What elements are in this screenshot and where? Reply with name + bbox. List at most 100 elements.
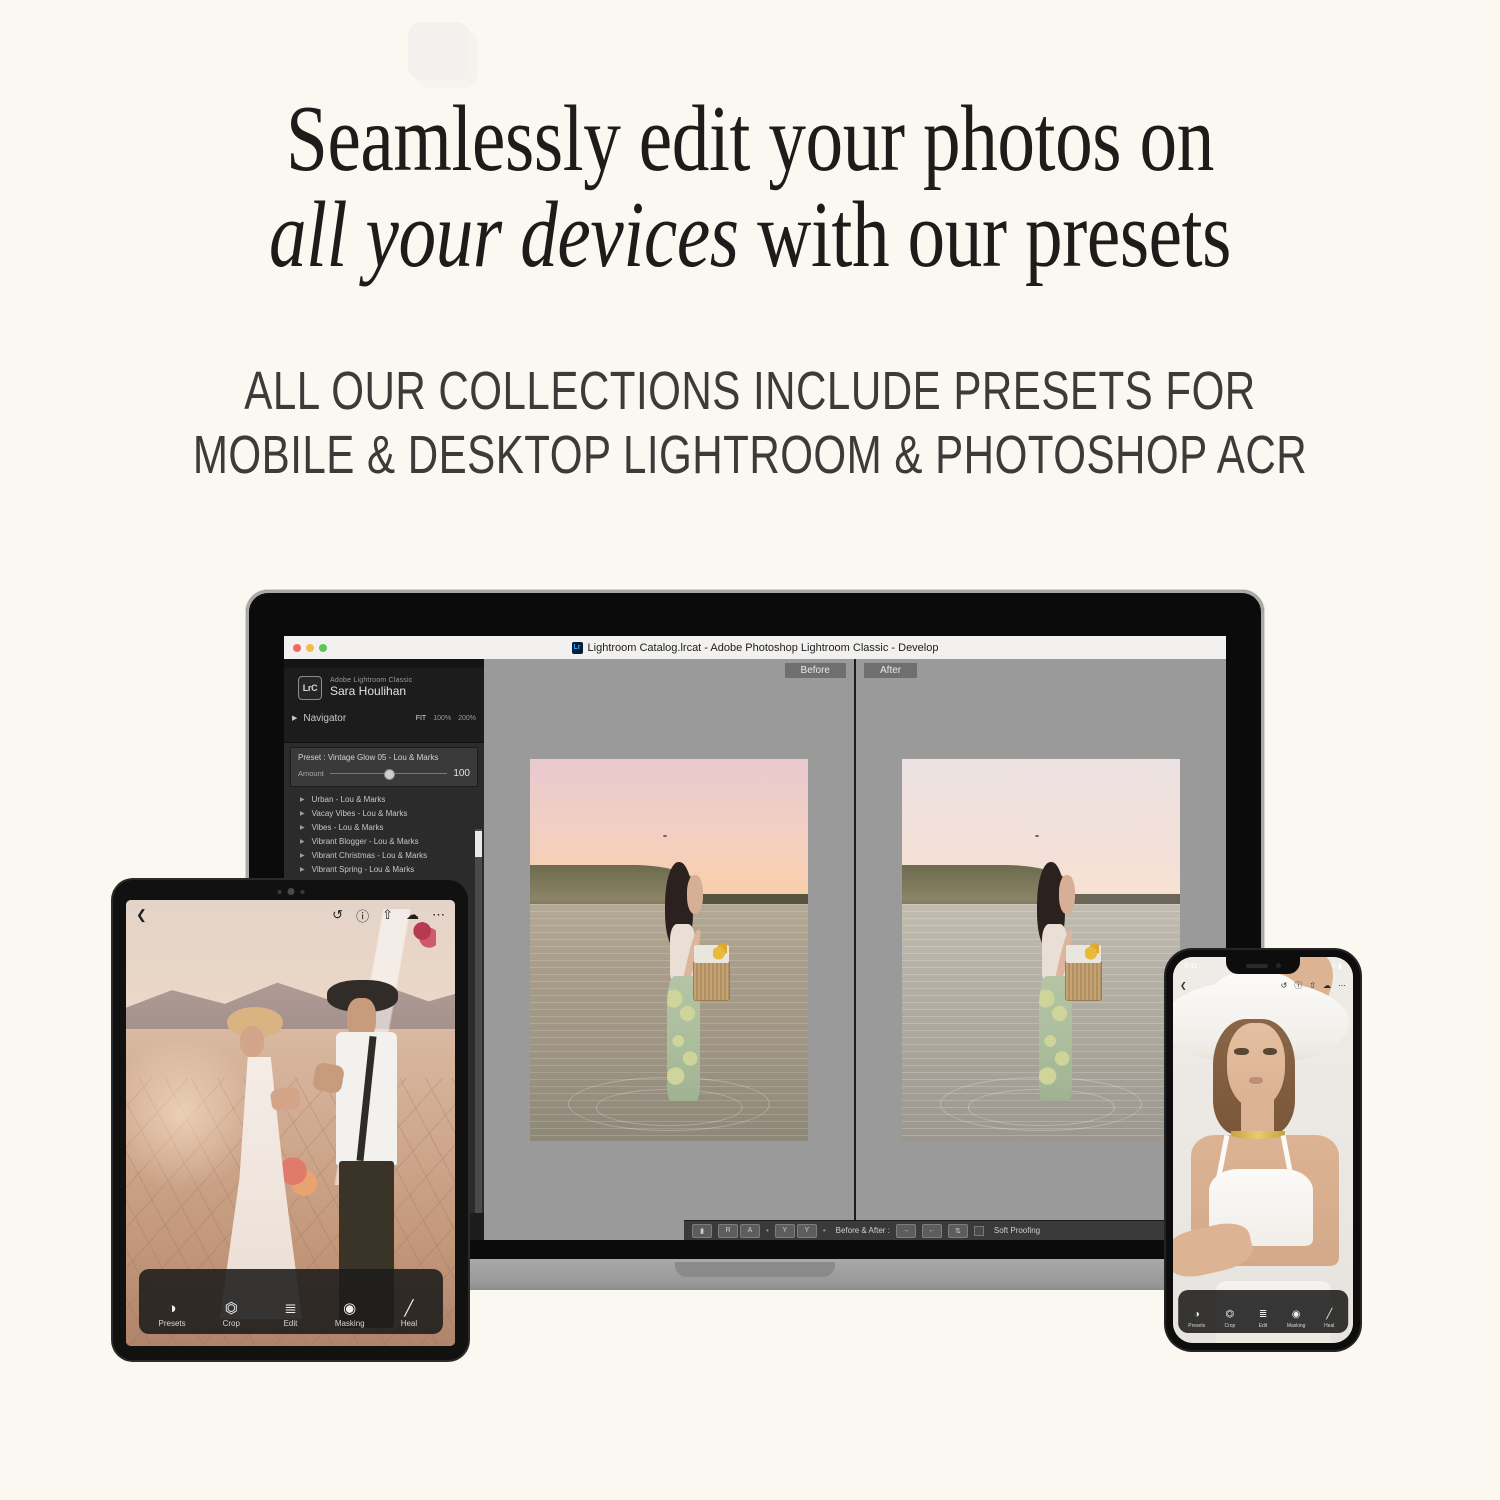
soft-proofing-label: Soft Proofing (993, 1226, 1041, 1235)
tool-label: Presets (158, 1319, 186, 1328)
navigator-disclosure-icon[interactable]: ▶ (292, 714, 297, 722)
more-options-icon[interactable]: ⋯ (1338, 981, 1346, 990)
basket-flowers (712, 939, 727, 963)
swap-before-after-button[interactable]: ⇅ (947, 1223, 968, 1238)
grid-view-icon[interactable]: ▮ (692, 1223, 712, 1238)
preset-group-label: Urban - Lou & Marks (311, 794, 386, 804)
face (1227, 1022, 1285, 1108)
preset-group-row[interactable]: ▶ Vibrant Spring - Lou & Marks (284, 862, 484, 876)
front-camera (1275, 963, 1281, 968)
amount-value[interactable]: 100 (453, 768, 470, 779)
history-undo-icon[interactable]: ↺ (1281, 981, 1288, 990)
before-photo (530, 758, 808, 1141)
tool-heal[interactable]: ╱ Heal (379, 1301, 438, 1328)
headline-line-2: all your devices with our presets (150, 187, 1350, 284)
tool-heal[interactable]: ╱ Heal (1313, 1310, 1346, 1330)
window-title-text: Lightroom Catalog.lrcat - Adobe Photosho… (587, 641, 939, 654)
page-title: Seamlessly edit your photos on all your … (150, 91, 1350, 284)
expand-icon[interactable]: ▶ (300, 796, 305, 803)
toolbar-divider: • (822, 1226, 826, 1235)
face (1058, 874, 1076, 914)
window-controls[interactable] (293, 643, 327, 652)
share-export-icon[interactable]: ⇧ (1309, 981, 1316, 990)
tool-label: Masking (334, 1319, 365, 1328)
laptop-notch (675, 1262, 835, 1277)
maximize-button[interactable] (319, 643, 327, 652)
share-export-icon[interactable]: ⇧ (382, 907, 393, 923)
tool-presets[interactable]: ◑ Presets (142, 1301, 201, 1328)
amount-slider[interactable] (329, 769, 448, 780)
navigator-preview (284, 728, 484, 743)
cloud-synced-icon[interactable]: ☁ (406, 907, 419, 923)
preset-group-row[interactable]: ▶ Vibrant Blogger - Lou & Marks (284, 834, 484, 848)
sunset-lake-photo-before (530, 758, 808, 1141)
copy-before-to-after-button[interactable]: ← (921, 1223, 942, 1238)
help-icon[interactable]: ⓘ (356, 906, 369, 925)
tool-masking[interactable]: ◉ Masking (1280, 1309, 1313, 1330)
soft-proofing-checkbox[interactable] (973, 1225, 984, 1236)
minimize-button[interactable] (306, 643, 314, 652)
status-time: 9:41 (1184, 962, 1198, 970)
compare-mode-group[interactable]: R A (718, 1223, 760, 1238)
scrollbar-thumb[interactable] (475, 831, 482, 857)
tool-crop[interactable]: ⏣ Crop (202, 1301, 261, 1328)
masking-icon: ◉ (343, 1300, 357, 1317)
preset-group-row[interactable]: ▶ Vacay Vibes - Lou & Marks (284, 806, 484, 820)
zoom-200[interactable]: 200% (458, 715, 476, 722)
more-options-icon[interactable]: ⋯ (432, 907, 445, 923)
preset-list-scrollbar[interactable] (475, 829, 482, 1213)
tool-edit[interactable]: ≣ Edit (261, 1301, 320, 1328)
page-subtitle: ALL OUR COLLECTIONS INCLUDE PRESETS FOR … (165, 360, 1335, 487)
tool-presets[interactable]: ◑ Presets (1180, 1309, 1213, 1330)
bride-head (240, 1025, 265, 1057)
cloud-synced-icon[interactable]: ☁ (1323, 981, 1331, 990)
history-undo-icon[interactable]: ↺ (332, 907, 343, 923)
presets-icon: ◑ (1193, 1309, 1200, 1320)
back-chevron-icon[interactable]: ❮ (1180, 981, 1187, 990)
phone-edit-toolbar: ◑ Presets ⏣ Crop ≣ Edit ◉ Masking ╱ Heal (1178, 1290, 1348, 1333)
lightroom-classic-logo: LrC (298, 676, 322, 700)
tool-masking[interactable]: ◉ Masking (320, 1301, 379, 1328)
help-icon[interactable]: ⓘ (1294, 980, 1302, 991)
basket-flowers (1084, 939, 1099, 963)
before-after-icon-alt[interactable]: Y (796, 1223, 817, 1238)
zoom-fit[interactable]: FIT (416, 715, 427, 722)
phone-screen: 9:41 ▿ ▮ ❮ ↺ ⓘ ⇧ ☁ ⋯ ◑ Presets ⏣ Crop ≣ Edi… (1173, 957, 1353, 1343)
woman-figure (1019, 861, 1103, 1122)
expand-icon[interactable]: ▶ (300, 838, 305, 845)
phone-device-mockup: 9:41 ▿ ▮ ❮ ↺ ⓘ ⇧ ☁ ⋯ ◑ Presets ⏣ Crop ≣ Edi… (1166, 950, 1360, 1350)
zoom-100[interactable]: 100% (433, 715, 451, 722)
copy-after-to-before-button[interactable]: → (895, 1223, 916, 1238)
preset-group-row[interactable]: ▶ Vibrant Christmas - Lou & Marks (284, 848, 484, 862)
preset-group-row[interactable]: ▶ Urban - Lou & Marks (284, 792, 484, 806)
back-chevron-icon[interactable]: ❮ (136, 907, 147, 923)
loupe-compare-icon-alt[interactable]: A (740, 1223, 760, 1238)
tablet-edit-toolbar: ◑ Presets ⏣ Crop ≣ Edit ◉ Masking ╱ Heal (138, 1269, 443, 1334)
sliders-icon: ≣ (1258, 1309, 1268, 1320)
phone-topbar: ❮ ↺ ⓘ ⇧ ☁ ⋯ (1173, 975, 1353, 995)
navigator-zoom-levels[interactable]: FIT 100% 200% (416, 715, 476, 722)
tool-crop[interactable]: ⏣ Crop (1213, 1310, 1246, 1330)
develop-toolbar: ▮ R A • Y Y • Before & After : → ← ⇅ Sof… (684, 1220, 1226, 1240)
phone-topbar-actions: ↺ ⓘ ⇧ ☁ ⋯ (1281, 980, 1346, 991)
identity-text: Adobe Lightroom Classic Sara Houlihan (330, 677, 412, 699)
preset-value: Vintage Glow 05 - Lou & Marks (327, 753, 439, 762)
close-button[interactable] (293, 643, 301, 652)
before-pane[interactable]: Before (484, 659, 856, 1240)
expand-icon[interactable]: ▶ (300, 866, 305, 873)
before-after-mode-group[interactable]: Y Y (774, 1223, 817, 1238)
camera-lens (287, 888, 294, 895)
tool-edit[interactable]: ≣ Edit (1246, 1309, 1279, 1330)
expand-icon[interactable]: ▶ (300, 824, 305, 831)
portrait-photo (1173, 957, 1353, 1343)
expand-icon[interactable]: ▶ (300, 852, 305, 859)
expand-icon[interactable]: ▶ (300, 810, 305, 817)
speaker-grille (1245, 963, 1268, 968)
loupe-compare-icon[interactable]: R (718, 1223, 738, 1238)
masking-icon: ◉ (1291, 1309, 1301, 1320)
before-after-icon[interactable]: Y (774, 1223, 795, 1238)
navigator-header[interactable]: ▶ Navigator FIT 100% 200% (284, 708, 484, 728)
preset-group-row[interactable]: ▶ Vibes - Lou & Marks (284, 820, 484, 834)
amount-slider-knob[interactable] (383, 769, 395, 780)
preset-amount-panel: Preset : Vintage Glow 05 - Lou & Marks A… (290, 747, 478, 787)
